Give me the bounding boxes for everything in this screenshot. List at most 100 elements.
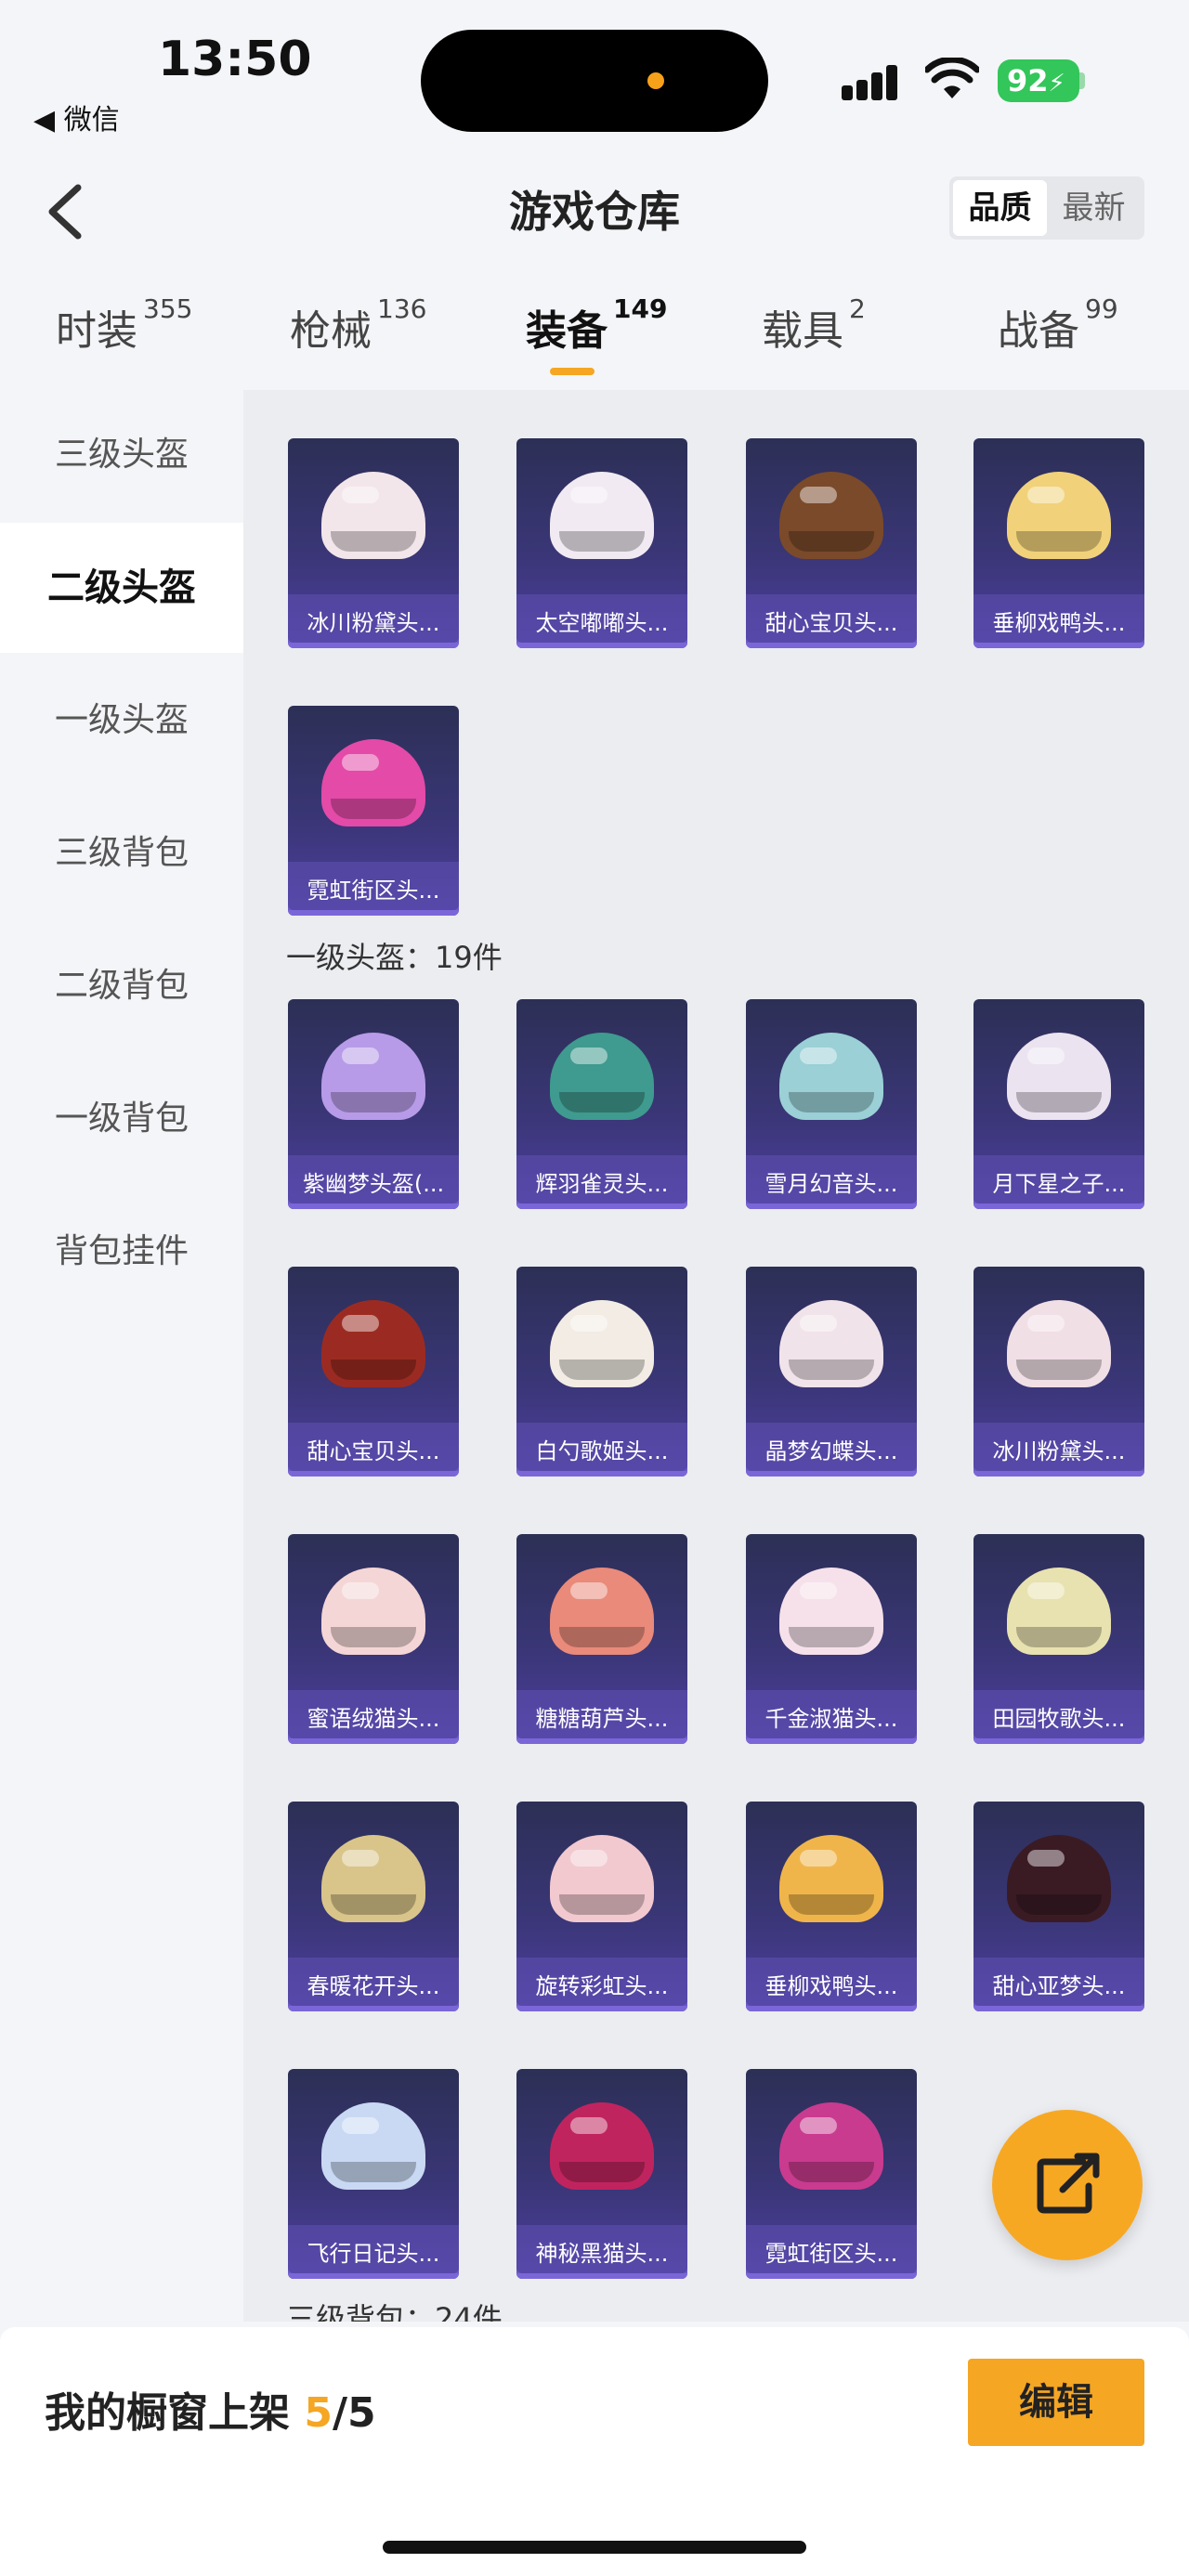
home-indicator	[383, 2541, 806, 2554]
helmet-icon	[321, 1300, 425, 1393]
helmet-icon	[779, 1835, 883, 1928]
sidebar: 三级头盔 二级头盔 一级头盔 三级背包 二级背包 一级背包 背包挂件	[0, 390, 243, 2322]
item-card[interactable]: 冰川粉黛头...	[973, 1267, 1144, 1477]
recording-indicator-icon	[647, 72, 664, 89]
sort-by-newest-button[interactable]: 最新	[1047, 180, 1141, 236]
helmet-icon	[1007, 1300, 1111, 1393]
battery-indicator: 92⚡	[998, 59, 1079, 102]
item-name: 白勺歌姬头...	[535, 1438, 669, 1464]
sidebar-item-level1-helmet[interactable]: 一级头盔	[0, 656, 243, 786]
category-tabs: 时装 355 枪械 136 装备 149 载具 2 战备 99	[0, 269, 1189, 390]
helmet-icon	[779, 1300, 883, 1393]
helmet-icon	[550, 1835, 654, 1928]
item-card[interactable]: 垂柳戏鸭头...	[746, 1802, 917, 2011]
item-card[interactable]: 霓虹街区头...	[746, 2069, 917, 2279]
tab-vehicles[interactable]: 载具 2	[762, 293, 866, 357]
helmet-icon	[1007, 1568, 1111, 1660]
tab-supplies[interactable]: 战备 99	[998, 293, 1118, 357]
item-card[interactable]: 月下星之子...	[973, 999, 1144, 1209]
item-card[interactable]: 飞行日记头...	[288, 2069, 459, 2279]
item-card[interactable]: 蜜语绒猫头...	[288, 1534, 459, 1744]
item-card[interactable]: 垂柳戏鸭头...	[973, 438, 1144, 648]
sidebar-item-level3-bag[interactable]: 三级背包	[0, 788, 243, 918]
item-name: 月下星之子...	[992, 1171, 1126, 1197]
wifi-icon	[925, 58, 979, 98]
helmet-icon	[779, 472, 883, 565]
active-tab-indicator	[550, 368, 594, 375]
item-card[interactable]: 白勺歌姬头...	[516, 1267, 687, 1477]
item-card[interactable]: 春暖花开头...	[288, 1802, 459, 2011]
tab-guns[interactable]: 枪械 136	[290, 293, 426, 357]
sort-by-quality-button[interactable]: 品质	[953, 180, 1047, 236]
sidebar-item-bag-pendant[interactable]: 背包挂件	[0, 1187, 243, 1317]
tab-count: 2	[849, 293, 866, 324]
item-name: 霓虹街区头...	[764, 2241, 898, 2267]
item-card[interactable]: 神秘黑猫头...	[516, 2069, 687, 2279]
item-name: 紫幽梦头盔(...	[302, 1171, 445, 1197]
helmet-icon	[321, 739, 425, 832]
item-card[interactable]: 甜心宝贝头...	[746, 438, 917, 648]
helmet-icon	[550, 1568, 654, 1660]
item-name: 春暖花开头...	[307, 1973, 440, 1999]
item-name: 田园牧歌头...	[992, 1706, 1126, 1732]
helmet-icon	[321, 2102, 425, 2195]
item-card[interactable]: 霓虹街区头...	[288, 706, 459, 916]
item-name: 晶梦幻蝶头...	[764, 1438, 898, 1464]
helmet-icon	[779, 1033, 883, 1125]
tab-fashion[interactable]: 时装 355	[56, 293, 192, 357]
sidebar-item-level2-helmet[interactable]: 二级头盔	[0, 523, 243, 653]
item-card[interactable]: 旋转彩虹头...	[516, 1802, 687, 2011]
item-card[interactable]: 千金淑猫头...	[746, 1534, 917, 1744]
battery-level: 92	[1007, 63, 1049, 98]
sidebar-item-level2-bag[interactable]: 二级背包	[0, 921, 243, 1051]
status-bar: 13:50 ◀ 微信 92⚡	[0, 0, 1189, 149]
helmet-icon	[1007, 1033, 1111, 1125]
helmet-icon	[550, 2102, 654, 2195]
item-card[interactable]: 晶梦幻蝶头...	[746, 1267, 917, 1477]
status-time: 13:50	[158, 32, 312, 87]
helmet-icon	[1007, 472, 1111, 565]
dynamic-island	[421, 30, 768, 132]
item-card[interactable]: 甜心亚梦头...	[973, 1802, 1144, 2011]
item-name: 神秘黑猫头...	[535, 2241, 669, 2267]
section-title-level1-helmet: 一级头盔：19件	[286, 940, 503, 975]
tab-count: 136	[377, 293, 427, 324]
tab-count: 99	[1085, 293, 1118, 324]
item-card[interactable]: 辉羽雀灵头...	[516, 999, 687, 1209]
section-title-level3-bag: 三级背包：24件	[286, 2301, 503, 2322]
helmet-icon	[550, 1300, 654, 1393]
item-grid-area: 一级头盔：19件 三级背包：24件 冰川粉黛头... 太空嘟嘟头... 甜心宝贝头.…	[243, 390, 1189, 2322]
item-card[interactable]: 雪月幻音头...	[746, 999, 917, 1209]
item-name: 冰川粉黛头...	[307, 610, 440, 636]
showcase-bar: 我的橱窗上架 5/5 编辑	[0, 2327, 1189, 2576]
showcase-total-count: /5	[332, 2389, 376, 2437]
showcase-current-count: 5	[304, 2389, 333, 2437]
sidebar-item-level1-bag[interactable]: 一级背包	[0, 1054, 243, 1184]
item-card[interactable]: 甜心宝贝头...	[288, 1267, 459, 1477]
item-name: 霓虹街区头...	[307, 878, 440, 904]
helmet-icon	[550, 472, 654, 565]
cellular-signal-icon	[842, 61, 907, 100]
helmet-icon	[321, 1568, 425, 1660]
item-name: 飞行日记头...	[307, 2241, 440, 2267]
item-card[interactable]: 冰川粉黛头...	[288, 438, 459, 648]
charging-bolt-icon: ⚡	[1048, 70, 1065, 98]
item-name: 辉羽雀灵头...	[535, 1171, 669, 1197]
tab-equipment[interactable]: 装备 149	[526, 293, 667, 357]
item-name: 垂柳戏鸭头...	[992, 610, 1126, 636]
item-card[interactable]: 太空嘟嘟头...	[516, 438, 687, 648]
helmet-icon	[321, 1033, 425, 1125]
share-button[interactable]	[992, 2110, 1143, 2260]
tab-count: 149	[613, 293, 668, 324]
item-card[interactable]: 紫幽梦头盔(...	[288, 999, 459, 1209]
edit-button[interactable]: 编辑	[968, 2359, 1144, 2446]
sidebar-item-level3-helmet[interactable]: 三级头盔	[0, 390, 243, 520]
back-to-wechat-link[interactable]: ◀ 微信	[33, 97, 120, 137]
helmet-icon	[321, 1835, 425, 1928]
item-card[interactable]: 田园牧歌头...	[973, 1534, 1144, 1744]
item-card[interactable]: 糖糖葫芦头...	[516, 1534, 687, 1744]
item-name: 甜心宝贝头...	[764, 610, 898, 636]
item-name: 蜜语绒猫头...	[307, 1706, 440, 1732]
helmet-icon	[321, 472, 425, 565]
helmet-icon	[1007, 1835, 1111, 1928]
